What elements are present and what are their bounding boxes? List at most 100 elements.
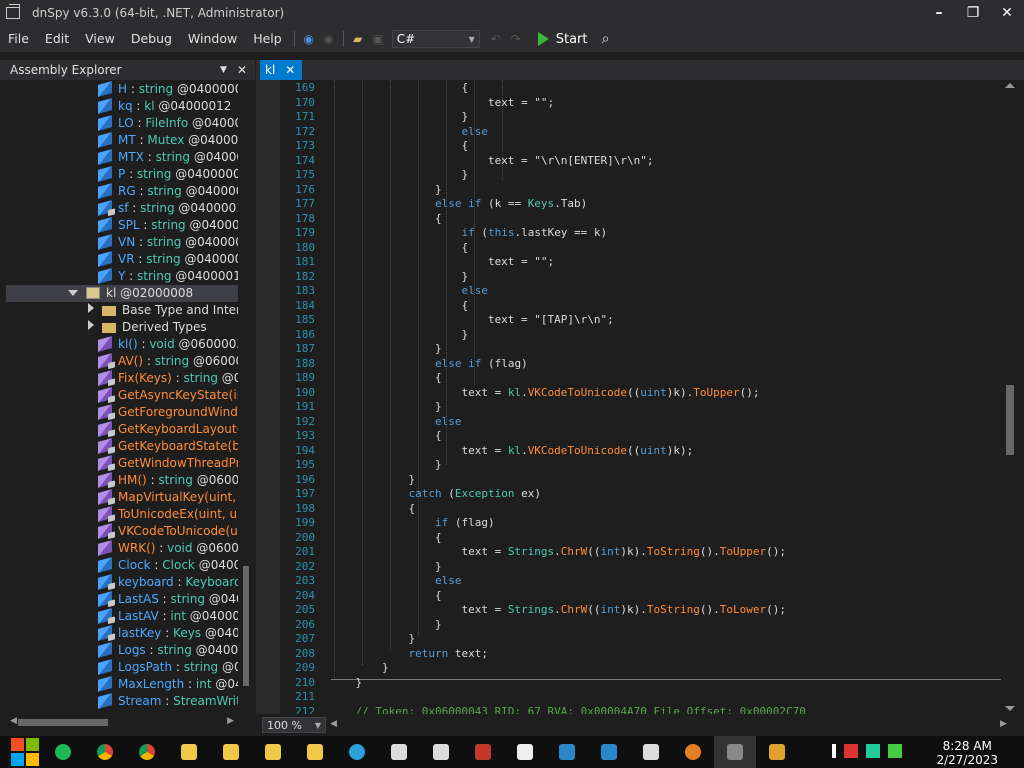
tree-item[interactable]: H : string @04000008: [6, 81, 238, 98]
tree-item[interactable]: kl() : void @0600003: [6, 336, 238, 353]
dropdown-icon[interactable]: ▼: [220, 65, 227, 75]
code-line[interactable]: 202 }: [280, 560, 1000, 575]
close-pane-icon[interactable]: ✕: [237, 63, 247, 77]
menu-help[interactable]: Help: [245, 26, 290, 52]
menu-view[interactable]: View: [77, 26, 123, 52]
tree-item[interactable]: lastKey : Keys @040: [6, 625, 238, 642]
scroll-left-icon[interactable]: ◀: [10, 716, 17, 726]
chrome-icon[interactable]: [84, 736, 126, 768]
save-icon[interactable]: ▣: [368, 29, 388, 49]
forward-icon[interactable]: ◉: [319, 29, 339, 49]
code-line[interactable]: 178 {: [280, 212, 1000, 227]
tree-item[interactable]: GetKeyboardLayout(i: [6, 421, 238, 438]
collapsed-arrow-icon[interactable]: [88, 303, 94, 313]
code-line[interactable]: 190 text = kl.VKCodeToUnicode((uint)k).T…: [280, 386, 1000, 401]
7zip-icon[interactable]: [420, 736, 462, 768]
language-select[interactable]: C# ▼: [391, 30, 480, 48]
dnspy-icon[interactable]: [546, 736, 588, 768]
tree-item[interactable]: Base Type and Interf: [6, 302, 238, 319]
back-icon[interactable]: ◉: [299, 29, 319, 49]
code-line[interactable]: 181 text = "";: [280, 255, 1000, 270]
scroll-right-icon[interactable]: ▶: [1000, 719, 1007, 729]
tree-item[interactable]: P : string @04000008: [6, 166, 238, 183]
code-line[interactable]: 169 {: [280, 81, 1000, 96]
network-icon[interactable]: [866, 744, 880, 758]
code-line[interactable]: 196 }: [280, 473, 1000, 488]
code-line[interactable]: 183 else: [280, 284, 1000, 299]
minimize-button[interactable]: –: [922, 0, 956, 26]
search-tool-icon[interactable]: [672, 736, 714, 768]
tree-item[interactable]: kl @02000008: [6, 285, 238, 302]
tree-item[interactable]: keyboard : Keyboard: [6, 574, 238, 591]
code-line[interactable]: 205 text = Strings.ChrW((int)k).ToString…: [280, 603, 1000, 618]
code-line[interactable]: 203 else: [280, 574, 1000, 589]
code-line[interactable]: 175 }: [280, 168, 1000, 183]
code-line[interactable]: 192 else: [280, 415, 1000, 430]
code-editor[interactable]: 169 {170 text = ""; 171 } 172 else 173 {174…: [256, 80, 1002, 714]
code-line[interactable]: 172 else: [280, 125, 1000, 140]
windows-start-icon[interactable]: [8, 736, 42, 768]
dnspy-icon[interactable]: [588, 736, 630, 768]
tree-item[interactable]: LO : FileInfo @04000: [6, 115, 238, 132]
flag-icon[interactable]: [844, 744, 858, 758]
overflow-icon[interactable]: [832, 744, 836, 758]
code-line[interactable]: 207 }: [280, 632, 1000, 647]
start-debugging-button[interactable]: Start: [537, 32, 587, 47]
menu-file[interactable]: File: [0, 26, 37, 52]
spotify-icon[interactable]: [42, 736, 84, 768]
code-line[interactable]: 209 }: [280, 661, 1000, 676]
expanded-arrow-icon[interactable]: [68, 290, 78, 296]
clock[interactable]: 8:28 AM 2/27/2023: [936, 739, 998, 767]
tree-item[interactable]: Derived Types: [6, 319, 238, 336]
tree-item[interactable]: MapVirtualKey(uint, u: [6, 489, 238, 506]
code-line[interactable]: 182 }: [280, 270, 1000, 285]
code-line[interactable]: 179 if (this.lastKey == k): [280, 226, 1000, 241]
code-line[interactable]: 199 if (flag): [280, 516, 1000, 531]
tree-item[interactable]: MT : Mutex @04000: [6, 132, 238, 149]
code-line[interactable]: 193 {: [280, 429, 1000, 444]
tree-item[interactable]: LogsPath : string @0: [6, 659, 238, 676]
tree-item[interactable]: Fix(Keys) : string @0: [6, 370, 238, 387]
file-explorer-icon[interactable]: [294, 736, 336, 768]
menu-window[interactable]: Window: [180, 26, 245, 52]
code-line[interactable]: 176 }: [280, 183, 1000, 198]
volume-icon[interactable]: [888, 744, 902, 758]
maximize-button[interactable]: ❐: [956, 0, 990, 26]
scroll-thumb[interactable]: [243, 566, 249, 686]
tree-item[interactable]: LastAV : int @04000: [6, 608, 238, 625]
scroll-thumb[interactable]: [18, 719, 108, 726]
tree-item[interactable]: Logs : string @04000: [6, 642, 238, 659]
tree-item[interactable]: VKCodeToUnicode(ui: [6, 523, 238, 540]
code-line[interactable]: 200 {: [280, 531, 1000, 546]
tree-item[interactable]: VR : string @040000: [6, 251, 238, 268]
code-line[interactable]: 177 else if (k == Keys.Tab): [280, 197, 1000, 212]
scroll-right-icon[interactable]: ▶: [227, 716, 234, 726]
undo-icon[interactable]: ↶: [486, 29, 506, 49]
scroll-up-icon[interactable]: [1005, 83, 1015, 88]
menu-edit[interactable]: Edit: [37, 26, 77, 52]
tree-vertical-scrollbar[interactable]: [240, 81, 252, 711]
file-explorer-icon[interactable]: [252, 736, 294, 768]
code-line[interactable]: 195 }: [280, 458, 1000, 473]
code-line[interactable]: 184 {: [280, 299, 1000, 314]
editor-vertical-scrollbar[interactable]: [1002, 80, 1018, 714]
tree-item[interactable]: MTX : string @04000: [6, 149, 238, 166]
code-line[interactable]: 204 {: [280, 589, 1000, 604]
tree-item[interactable]: ToUnicodeEx(uint, uin: [6, 506, 238, 523]
code-line[interactable]: 189 {: [280, 371, 1000, 386]
scroll-down-icon[interactable]: [1005, 706, 1015, 711]
tree-item[interactable]: MaxLength : int @04: [6, 676, 238, 693]
tree-item[interactable]: GetAsyncKeyState(in: [6, 387, 238, 404]
code-line[interactable]: 174 text = "\r\n[ENTER]\r\n";: [280, 154, 1000, 169]
search-icon[interactable]: ⌕: [595, 29, 615, 49]
tree-item[interactable]: Stream : StreamWrite: [6, 693, 238, 710]
scroll-left-icon[interactable]: ◀: [330, 719, 337, 729]
tree-item[interactable]: kq : kl @04000012: [6, 98, 238, 115]
code-line[interactable]: 208 return text;: [280, 647, 1000, 662]
tree-item[interactable]: Clock : Clock @0400: [6, 557, 238, 574]
close-tab-icon[interactable]: ✕: [285, 63, 295, 77]
tab-kl[interactable]: kl ✕: [260, 60, 302, 80]
code-line[interactable]: 170 text = "";: [280, 96, 1000, 111]
7zip-icon[interactable]: [630, 736, 672, 768]
tree-item[interactable]: AV() : string @06000: [6, 353, 238, 370]
